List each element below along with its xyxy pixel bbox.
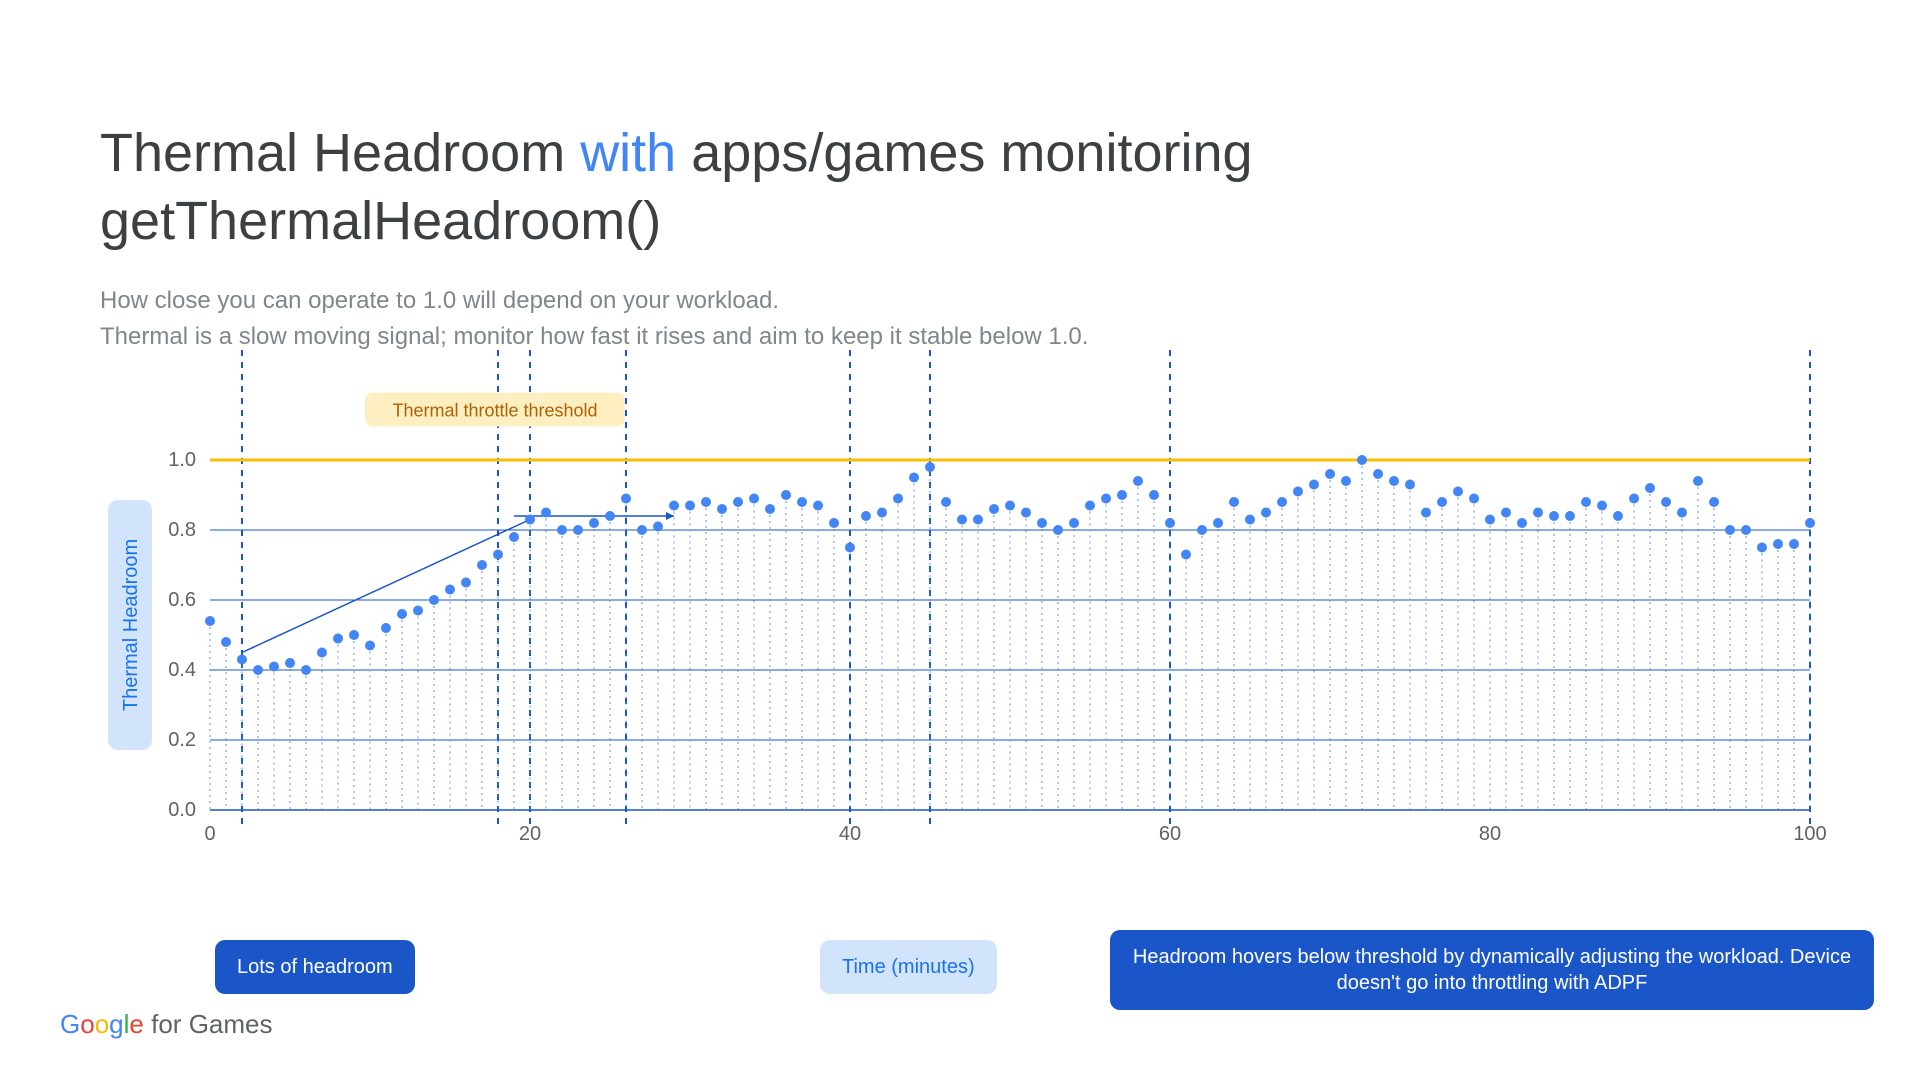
title-before: Thermal Headroom: [100, 123, 580, 183]
subtitle: How close you can operate to 1.0 will de…: [100, 283, 1820, 355]
page-title: Thermal Headroom with apps/games monitor…: [100, 120, 1820, 255]
svg-text:Thermal throttle threshold: Thermal throttle threshold: [392, 401, 597, 421]
svg-text:0.0: 0.0: [168, 799, 196, 821]
title-accent: with: [580, 123, 676, 183]
svg-text:Thermal Headroom: Thermal Headroom: [120, 539, 142, 711]
x-axis-label: Time (minutes): [820, 940, 997, 994]
svg-text:80: 80: [1479, 823, 1501, 845]
chart: 0.00.20.40.60.81.0020406080100Thermal He…: [100, 390, 1820, 870]
svg-text:60: 60: [1159, 823, 1181, 845]
svg-text:0.8: 0.8: [168, 519, 196, 541]
svg-text:20: 20: [519, 823, 541, 845]
svg-text:40: 40: [839, 823, 861, 845]
svg-text:100: 100: [1793, 823, 1826, 845]
annotation-lots-of-headroom: Lots of headroom: [215, 940, 415, 994]
annotation-adpf: Headroom hovers below threshold by dynam…: [1110, 930, 1874, 1010]
svg-text:0.4: 0.4: [168, 659, 196, 681]
svg-text:1.0: 1.0: [168, 449, 196, 471]
subtitle-line2: Thermal is a slow moving signal; monitor…: [100, 319, 1820, 355]
svg-text:0.2: 0.2: [168, 729, 196, 751]
svg-text:0.6: 0.6: [168, 589, 196, 611]
svg-text:0: 0: [204, 823, 215, 845]
footer-logo: Google for Games: [60, 1009, 273, 1040]
chart-svg: 0.00.20.40.60.81.0020406080100Thermal He…: [100, 390, 1820, 870]
subtitle-line1: How close you can operate to 1.0 will de…: [100, 283, 1820, 319]
